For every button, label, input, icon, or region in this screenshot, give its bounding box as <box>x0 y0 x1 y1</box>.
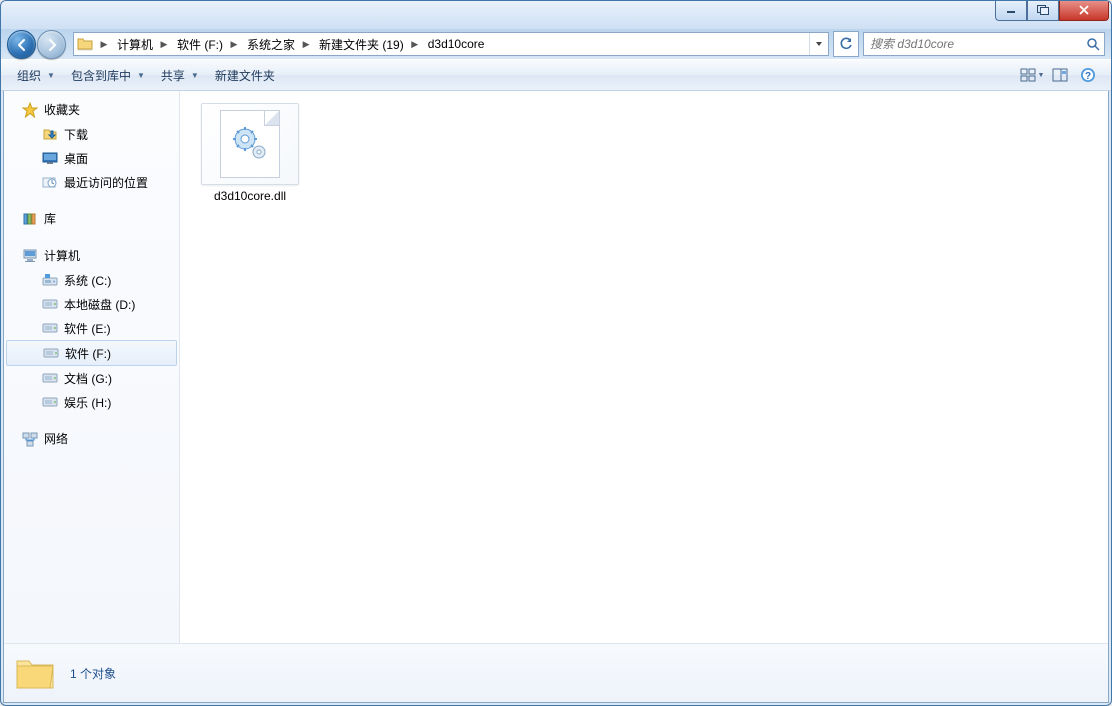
help-button[interactable]: ? <box>1075 64 1101 86</box>
sidebar-item-drive[interactable]: 娱乐 (H:) <box>4 390 179 414</box>
nav-buttons <box>7 29 69 59</box>
folder-large-icon <box>14 652 56 694</box>
libraries-label: 库 <box>44 210 56 227</box>
sidebar-item-label: 最近访问的位置 <box>64 174 148 191</box>
computer-header[interactable]: 计算机 <box>4 245 179 268</box>
computer-group: 计算机 系统 (C:) 本地磁盘 (D:) 软件 (E:) 软件 (F:) 文档 (G:… <box>4 245 179 414</box>
file-list-pane[interactable]: d3d10core.dll <box>180 91 1108 643</box>
breadcrumb-item[interactable]: d3d10core <box>422 33 489 55</box>
search-icon[interactable] <box>1082 37 1104 51</box>
file-name-label: d3d10core.dll <box>214 189 286 205</box>
sidebar-item-label: 娱乐 (H:) <box>64 394 111 411</box>
new-folder-button[interactable]: 新建文件夹 <box>207 60 283 90</box>
drive-icon <box>42 320 58 336</box>
favorites-label: 收藏夹 <box>44 101 80 118</box>
breadcrumbs: 计算机 ▶ 软件 (F:) ▶ 系统之家 ▶ 新建文件夹 (19) ▶ d3d1… <box>111 33 809 55</box>
star-icon <box>22 102 38 118</box>
file-thumbnail <box>201 103 299 185</box>
network-header[interactable]: 网络 <box>4 428 179 451</box>
sidebar-item-downloads[interactable]: 下载 <box>4 122 179 146</box>
breadcrumb-arrow[interactable]: ▶ <box>299 33 313 55</box>
gears-icon <box>231 125 269 163</box>
drive-icon <box>42 296 58 312</box>
share-label: 共享 <box>161 67 185 84</box>
preview-pane-button[interactable] <box>1047 64 1073 86</box>
sidebar-item-label: 软件 (E:) <box>64 320 111 337</box>
title-bar <box>1 1 1111 29</box>
network-icon <box>22 431 38 447</box>
sidebar-item-label: 本地磁盘 (D:) <box>64 296 135 313</box>
sidebar-item-drive[interactable]: 文档 (G:) <box>4 366 179 390</box>
recent-icon <box>42 174 58 190</box>
favorites-group: 收藏夹 下载 桌面 最近访问的位置 <box>4 99 179 194</box>
drive-icon <box>42 370 58 386</box>
minimize-button[interactable] <box>995 0 1027 21</box>
sidebar-item-label: 下载 <box>64 126 88 143</box>
drive-icon <box>42 272 58 288</box>
close-button[interactable] <box>1059 0 1109 21</box>
sidebar-item-label: 软件 (F:) <box>65 345 111 362</box>
explorer-body: 收藏夹 下载 桌面 最近访问的位置 <box>3 91 1109 703</box>
breadcrumb-arrow[interactable]: ▶ <box>227 33 241 55</box>
include-in-library-button[interactable]: 包含到库中▼ <box>63 60 153 90</box>
drive-icon <box>42 394 58 410</box>
breadcrumb-item[interactable]: 软件 (F:) <box>171 33 227 55</box>
download-icon <box>42 126 58 142</box>
include-label: 包含到库中 <box>71 67 131 84</box>
sidebar-item-recent[interactable]: 最近访问的位置 <box>4 170 179 194</box>
sidebar-item-drive[interactable]: 软件 (F:) <box>6 340 177 366</box>
breadcrumb-item[interactable]: 计算机 <box>111 33 157 55</box>
search-box[interactable] <box>863 32 1105 56</box>
sidebar-item-drive[interactable]: 软件 (E:) <box>4 316 179 340</box>
computer-icon <box>22 248 38 264</box>
address-dropdown[interactable] <box>809 33 828 55</box>
network-group: 网络 <box>4 428 179 451</box>
view-options-button[interactable]: ▼ <box>1019 64 1045 86</box>
breadcrumb-arrow[interactable]: ▶ <box>408 33 422 55</box>
drive-icon <box>43 345 59 361</box>
libraries-header[interactable]: 库 <box>4 208 179 231</box>
search-input[interactable] <box>864 37 1082 51</box>
breadcrumb-root-arrow[interactable]: ▶ <box>97 33 111 55</box>
navigation-pane[interactable]: 收藏夹 下载 桌面 最近访问的位置 <box>4 91 180 643</box>
share-button[interactable]: 共享▼ <box>153 60 207 90</box>
explorer-window: ▶ 计算机 ▶ 软件 (F:) ▶ 系统之家 ▶ 新建文件夹 (19) ▶ d3… <box>0 0 1112 706</box>
maximize-button[interactable] <box>1027 0 1059 21</box>
file-item[interactable]: d3d10core.dll <box>202 103 298 205</box>
sidebar-item-drive[interactable]: 系统 (C:) <box>4 268 179 292</box>
navigation-bar: ▶ 计算机 ▶ 软件 (F:) ▶ 系统之家 ▶ 新建文件夹 (19) ▶ d3… <box>1 29 1111 59</box>
toolbar-right: ▼ ? <box>1019 64 1103 86</box>
breadcrumb-item[interactable]: 系统之家 <box>241 33 299 55</box>
forward-button[interactable] <box>37 30 66 59</box>
command-bar: 组织▼ 包含到库中▼ 共享▼ 新建文件夹 ▼ ? <box>1 59 1111 91</box>
back-button[interactable] <box>7 30 36 59</box>
libraries-icon <box>22 211 38 227</box>
breadcrumb-item[interactable]: 新建文件夹 (19) <box>313 33 408 55</box>
favorites-header[interactable]: 收藏夹 <box>4 99 179 122</box>
details-pane: 1 个对象 <box>4 643 1108 702</box>
sidebar-item-label: 桌面 <box>64 150 88 167</box>
libraries-group: 库 <box>4 208 179 231</box>
organize-button[interactable]: 组织▼ <box>9 60 63 90</box>
desktop-icon <box>42 150 58 166</box>
organize-label: 组织 <box>17 67 41 84</box>
sidebar-item-desktop[interactable]: 桌面 <box>4 146 179 170</box>
new-folder-label: 新建文件夹 <box>215 67 275 84</box>
sidebar-item-drive[interactable]: 本地磁盘 (D:) <box>4 292 179 316</box>
svg-text:?: ? <box>1085 71 1091 82</box>
window-controls <box>995 0 1109 21</box>
sidebar-item-label: 文档 (G:) <box>64 370 112 387</box>
refresh-button[interactable] <box>833 31 859 57</box>
computer-label: 计算机 <box>44 247 80 264</box>
sidebar-item-label: 系统 (C:) <box>64 272 111 289</box>
breadcrumb-arrow[interactable]: ▶ <box>157 33 171 55</box>
folder-icon <box>74 33 97 55</box>
status-text: 1 个对象 <box>70 665 116 682</box>
network-label: 网络 <box>44 430 68 447</box>
address-bar[interactable]: ▶ 计算机 ▶ 软件 (F:) ▶ 系统之家 ▶ 新建文件夹 (19) ▶ d3… <box>73 32 829 56</box>
